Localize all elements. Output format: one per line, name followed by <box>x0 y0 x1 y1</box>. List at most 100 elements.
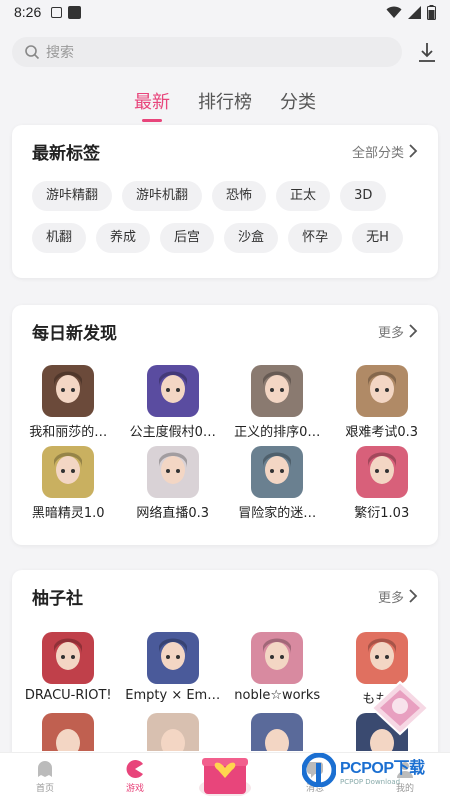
tag-chip[interactable]: 养成 <box>96 223 151 253</box>
nav-home-label: 首页 <box>35 784 54 794</box>
game-title: DRACU-RIOT! <box>24 688 112 703</box>
latest-tags-title: 最新标签 <box>32 143 100 164</box>
game-item-partial[interactable] <box>225 713 330 751</box>
game-cover-image <box>251 446 304 498</box>
latest-tags-header: 最新标签 全部分类 <box>12 125 438 177</box>
chevron-right-icon <box>409 324 418 338</box>
tag-chip[interactable]: 机翻 <box>32 223 87 253</box>
game-cover-image <box>146 713 199 751</box>
game-title: 网络直播0.3 <box>136 506 210 521</box>
chevron-right-icon <box>409 589 418 603</box>
latest-tags-card: 最新标签 全部分类 游咔精翻 游咔机翻 恐怖 正太 3D 机翻 养成 后宫 沙盒… <box>12 125 438 278</box>
game-cover-image <box>42 446 95 498</box>
game-title: 我和丽莎的… <box>29 425 108 440</box>
game-item-partial[interactable] <box>16 713 121 751</box>
pacman-icon <box>126 760 143 778</box>
top-tabs: 最新 排行榜 分类 <box>0 82 450 122</box>
tag-chip[interactable]: 怀孕 <box>288 223 343 253</box>
game-title: 黑暗精灵1.0 <box>31 506 105 521</box>
search-icon <box>25 45 40 60</box>
pcpop-logo-icon <box>302 753 336 787</box>
daily-game-grid: 我和丽莎的… 公主度假村0… 正义的排序0… 艰难考试0.3 黑暗精灵1.0 网络直播0.… <box>12 365 438 521</box>
signal-icon <box>408 5 421 19</box>
tab-latest[interactable]: 最新 <box>134 82 170 122</box>
tag-list: 游咔精翻 游咔机翻 恐怖 正太 3D 机翻 养成 后宫 沙盒 怀孕 无H <box>12 177 438 253</box>
status-bar: 8:26 <box>0 0 450 24</box>
game-title: 正义的排序0… <box>234 425 321 440</box>
tag-chip[interactable]: 无H <box>352 223 403 253</box>
nav-games-label: 游戏 <box>125 784 144 794</box>
game-item-partial[interactable] <box>121 713 226 751</box>
game-title: noble☆works <box>234 688 321 703</box>
yuzu-header: 柚子社 更多 <box>12 570 438 622</box>
battery-icon <box>427 4 436 20</box>
status-time: 8:26 <box>14 4 42 20</box>
tag-chip[interactable]: 游咔精翻 <box>32 181 113 211</box>
search-row: 搜索 <box>0 24 450 72</box>
game-item[interactable]: noble☆works <box>225 632 330 707</box>
daily-discover-card: 每日新发现 更多 我和丽莎的… 公主度假村0… 正义的排序0… 艰难考试0.3 黑暗精灵… <box>12 305 438 545</box>
game-item[interactable]: 艰难考试0.3 <box>330 365 435 440</box>
daily-more-link[interactable]: 更多 <box>378 322 418 341</box>
nav-home[interactable]: 首页 <box>0 753 90 800</box>
daily-header: 每日新发现 更多 <box>12 305 438 357</box>
game-cover-image <box>251 632 304 684</box>
tab-category[interactable]: 分类 <box>280 82 316 122</box>
game-item[interactable]: DRACU-RIOT! <box>16 632 121 707</box>
game-item[interactable]: 网络直播0.3 <box>121 446 226 521</box>
game-title: 繁衍1.03 <box>354 506 410 521</box>
game-item[interactable]: 我和丽莎的… <box>16 365 121 440</box>
app-indicator-icon <box>68 5 82 19</box>
game-title: 艰难考试0.3 <box>345 425 419 440</box>
ghost-icon <box>38 761 52 777</box>
game-item[interactable]: 黑暗精灵1.0 <box>16 446 121 521</box>
notification-icon <box>51 6 63 18</box>
gift-button[interactable] <box>198 748 252 796</box>
game-title: 冒险家的迷… <box>238 506 317 521</box>
game-title: Empty × Em… <box>125 688 221 703</box>
wifi-icon <box>386 6 402 18</box>
game-cover-image <box>355 446 408 498</box>
tag-chip[interactable]: 沙盒 <box>224 223 279 253</box>
yuzu-more-link[interactable]: 更多 <box>378 587 418 606</box>
yuzu-more-label: 更多 <box>377 590 404 606</box>
search-placeholder: 搜索 <box>46 45 74 61</box>
tag-chip[interactable]: 游咔机翻 <box>122 181 203 211</box>
chevron-right-icon <box>409 144 418 158</box>
game-cover-image <box>146 446 199 498</box>
all-categories-label: 全部分类 <box>351 145 404 161</box>
game-cover-image <box>146 632 199 684</box>
game-title: 公主度假村0… <box>129 425 216 440</box>
game-item[interactable]: 冒险家的迷… <box>225 446 330 521</box>
tag-chip[interactable]: 3D <box>340 181 387 211</box>
game-cover-image <box>42 713 95 751</box>
game-cover-image <box>355 632 408 684</box>
game-cover-image <box>251 365 304 417</box>
nav-games[interactable]: 游戏 <box>90 753 180 800</box>
tag-chip[interactable]: 恐怖 <box>212 181 267 211</box>
tag-chip[interactable]: 正太 <box>276 181 331 211</box>
pcpop-watermark: PCPOP下载 PCPOP Download <box>302 750 442 790</box>
download-button[interactable] <box>402 37 438 67</box>
yuzu-title: 柚子社 <box>32 588 83 609</box>
floating-promo-badge[interactable] <box>370 680 430 736</box>
watermark-brand: PCPOP下载 <box>340 760 425 777</box>
tab-ranking[interactable]: 排行榜 <box>198 82 252 122</box>
game-item[interactable]: Empty × Em… <box>121 632 226 707</box>
daily-title: 每日新发现 <box>32 323 117 344</box>
game-item[interactable]: 公主度假村0… <box>121 365 226 440</box>
all-categories-link[interactable]: 全部分类 <box>352 142 418 161</box>
game-cover-image <box>355 365 408 417</box>
daily-more-label: 更多 <box>377 325 404 341</box>
download-icon <box>419 43 435 62</box>
watermark-sub: PCPOP Download <box>340 778 401 786</box>
yuzu-card: 柚子社 更多 DRACU-RIOT! Empty × Em… noble☆works… <box>12 570 438 770</box>
game-cover-image <box>42 632 95 684</box>
game-cover-image <box>42 365 95 417</box>
game-item[interactable]: 正义的排序0… <box>225 365 330 440</box>
tag-chip[interactable]: 后宫 <box>160 223 215 253</box>
game-cover-image <box>146 365 199 417</box>
game-cover-image <box>251 713 304 751</box>
game-item[interactable]: 繁衍1.03 <box>330 446 435 521</box>
search-input[interactable]: 搜索 <box>12 37 402 67</box>
